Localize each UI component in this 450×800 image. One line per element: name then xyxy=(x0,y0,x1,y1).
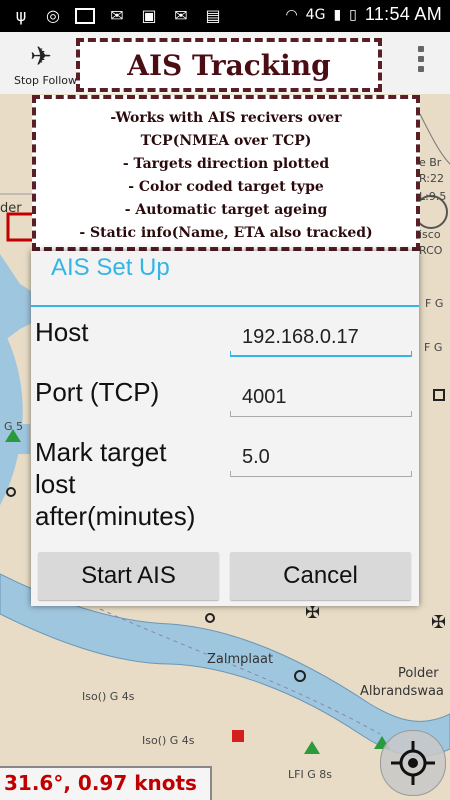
briefcase-icon: ▤ xyxy=(205,6,221,25)
lost-label-line-3: after(minutes) xyxy=(35,501,196,531)
lost-minutes-field[interactable]: 5.0 xyxy=(230,437,412,477)
port-field[interactable]: 4001 xyxy=(230,377,412,417)
map-label-iso-2: Iso() G 4s xyxy=(142,734,195,747)
map-label-rco: RCO xyxy=(419,244,443,257)
usb-icon: ψ xyxy=(15,6,27,25)
map-label-fg: F G xyxy=(425,297,444,310)
network-type: 4G xyxy=(305,6,326,23)
lost-label-line-1: Mark target xyxy=(35,437,167,467)
map-label-isco: isco xyxy=(419,228,441,241)
host-label: Host xyxy=(35,317,89,347)
map-label-l95: L:9.5 xyxy=(419,190,447,203)
start-ais-button[interactable]: Start AIS xyxy=(38,552,219,600)
dialog-title: AIS Set Up xyxy=(51,254,170,281)
map-label-albrandswaa: Albrandswaa xyxy=(360,684,444,699)
overflow-menu-icon[interactable] xyxy=(418,46,424,78)
stop-follow-label: Stop Follow xyxy=(14,74,78,87)
status-bar: ψ ◎ ✉ ▣ ✉ ▤ ◠ 4G ▮ ▯ 11:54 AM xyxy=(0,0,450,32)
feature-list: -Works with AIS recivers over TCP(NMEA o… xyxy=(32,95,420,251)
host-field[interactable]: 192.168.0.17 xyxy=(230,317,412,357)
feature-line: - Automatic target ageing xyxy=(124,202,328,218)
battery-icon: ▯ xyxy=(349,6,357,23)
feature-line: - Color coded target type xyxy=(128,179,324,195)
feature-line: - Static info(Name, ETA also tracked) xyxy=(79,225,373,241)
map-label-der: der xyxy=(0,201,22,216)
ais-setup-dialog: AIS Set Up Host 192.168.0.17 Port (TCP) … xyxy=(31,251,419,606)
wifi-icon: ◠ xyxy=(285,6,298,23)
gmail-icon-2: ✉ xyxy=(174,6,188,25)
gmail-icon: ✉ xyxy=(110,6,124,25)
lost-label-line-2: lost xyxy=(35,469,76,499)
gallery-icon xyxy=(74,6,96,26)
navigation-arrow-icon: ✈ xyxy=(30,42,52,72)
lost-minutes-value: 5.0 xyxy=(242,446,270,468)
clock: 11:54 AM xyxy=(364,4,442,24)
promo-title-banner: AIS Tracking xyxy=(76,38,382,92)
feature-line: - Targets direction plotted xyxy=(122,156,330,172)
map-label-g5: G 5 xyxy=(4,420,24,433)
speed-heading-readout: 31.6°, 0.97 knots xyxy=(0,766,212,800)
map-label-zalmplaat: Zalmplaat xyxy=(207,652,274,667)
crosshair-icon xyxy=(391,741,435,785)
map-label-ebr: e Br xyxy=(419,156,442,169)
locate-button[interactable] xyxy=(380,730,446,796)
gps-icon: ◎ xyxy=(46,6,60,25)
dialog-divider xyxy=(31,305,419,307)
map-label-fg-2: F G xyxy=(424,341,443,354)
map-label-iso-1: Iso() G 4s xyxy=(82,690,135,703)
port-label: Port (TCP) xyxy=(35,377,160,407)
cancel-button[interactable]: Cancel xyxy=(230,552,411,600)
app-icon: ▣ xyxy=(141,6,157,25)
svg-text:✠: ✠ xyxy=(431,612,446,633)
map-label-r22: R:22 xyxy=(419,172,445,185)
feature-line: -Works with AIS recivers over xyxy=(110,110,342,126)
map-label-lfi: LFI G 8s xyxy=(288,768,332,781)
port-value: 4001 xyxy=(242,386,287,408)
map-label-polder: Polder xyxy=(398,666,439,681)
signal-icon: ▮ xyxy=(333,6,342,23)
host-value: 192.168.0.17 xyxy=(242,326,359,348)
promo-title: AIS Tracking xyxy=(127,48,331,82)
feature-line: TCP(NMEA over TCP) xyxy=(140,133,312,149)
